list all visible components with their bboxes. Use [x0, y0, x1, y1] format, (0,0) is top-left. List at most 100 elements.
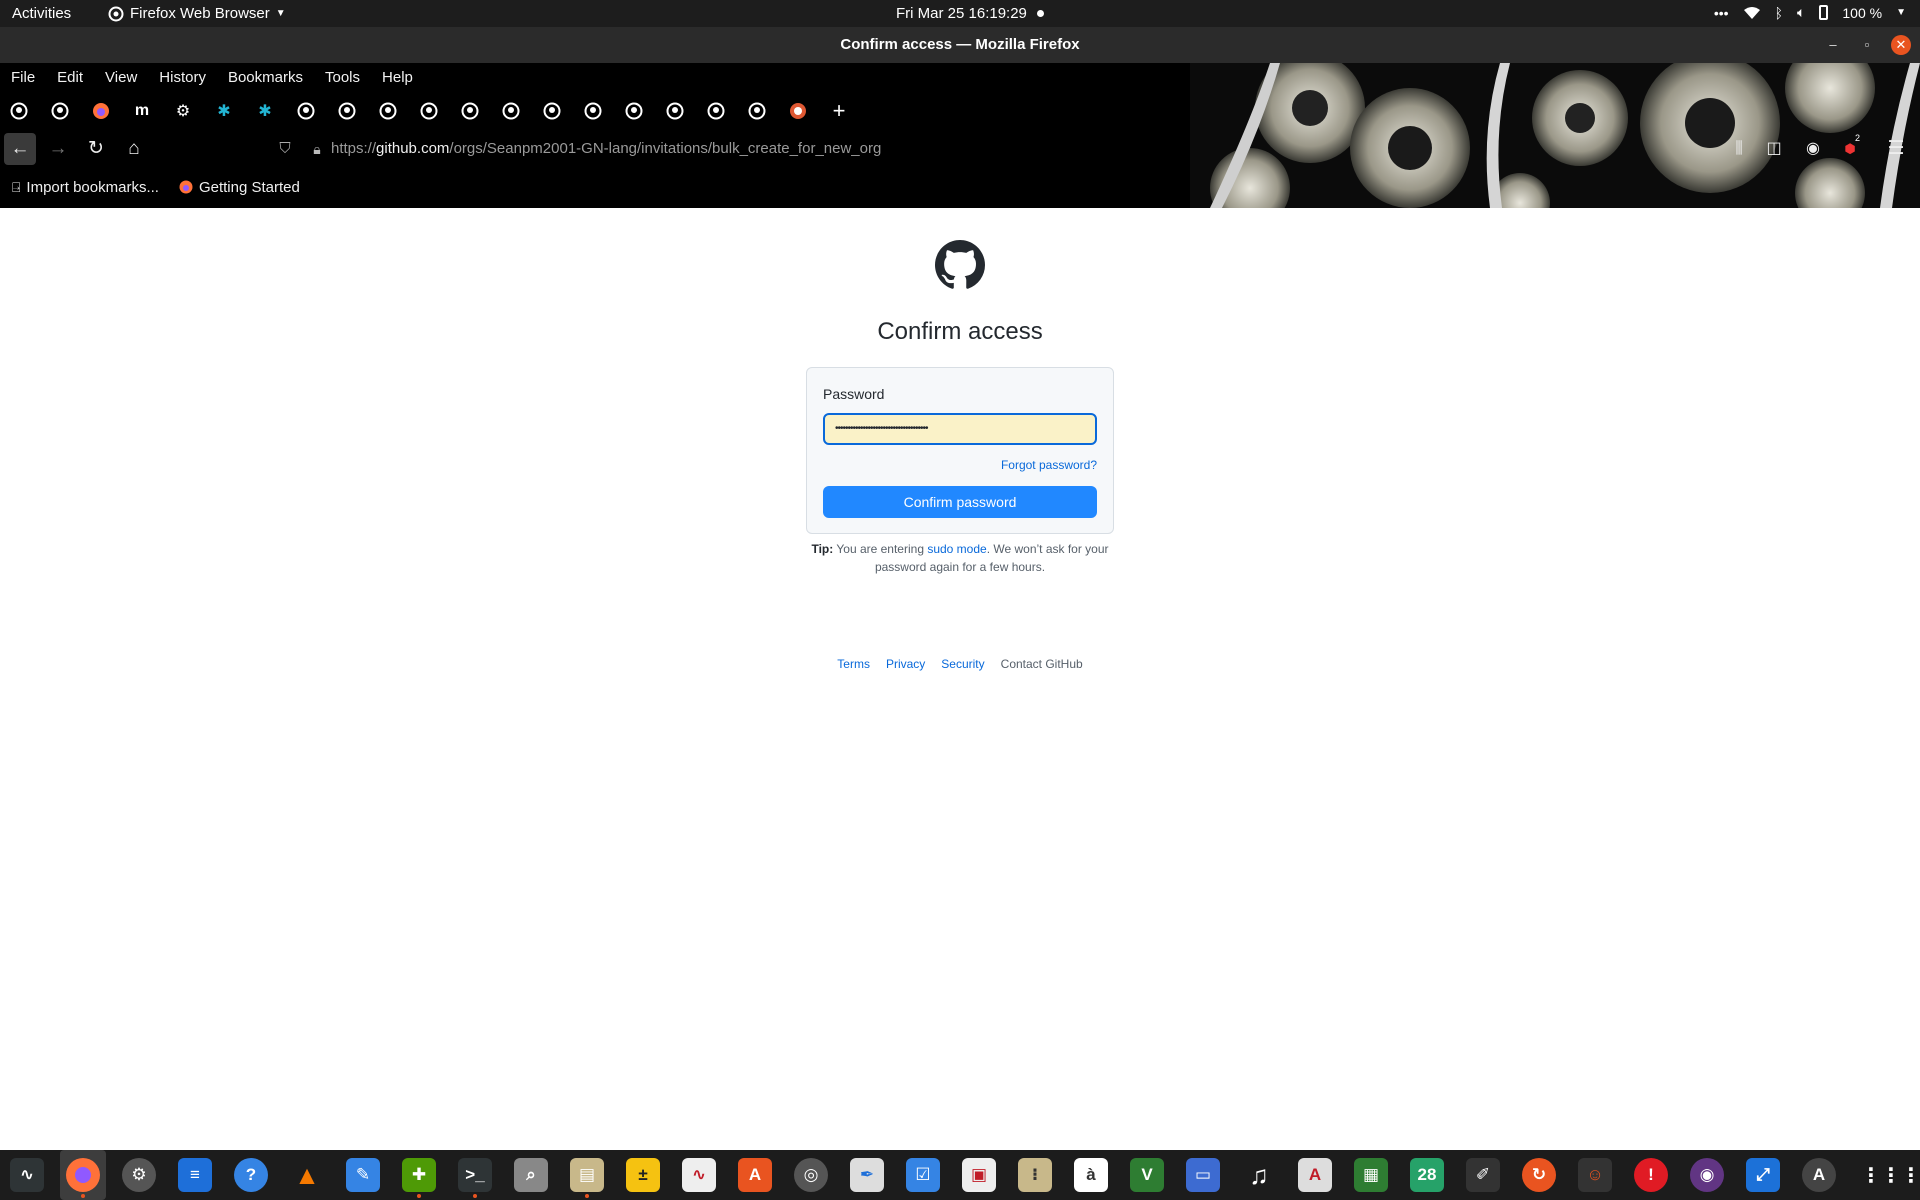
character-map-icon[interactable]: à [1074, 1158, 1108, 1192]
github-icon[interactable] [8, 100, 30, 122]
tasks-icon[interactable]: ☑ [906, 1158, 940, 1192]
github-logo-icon[interactable] [935, 240, 985, 290]
more-icon[interactable]: ••• [1714, 5, 1729, 21]
writer-icon[interactable]: ≡ [178, 1158, 212, 1192]
footer-contact-link[interactable]: Contact GitHub [1001, 657, 1083, 671]
library-icon[interactable]: ⫼ [1727, 137, 1751, 161]
github-icon[interactable] [418, 100, 440, 122]
help-icon[interactable]: ? [234, 1158, 268, 1192]
github-icon[interactable] [500, 100, 522, 122]
close-icon[interactable]: ✕ [1891, 35, 1911, 55]
github-icon[interactable] [664, 100, 686, 122]
spreadsheet-icon[interactable]: ▦ [1354, 1158, 1388, 1192]
github-icon[interactable] [746, 100, 768, 122]
bookmark-import[interactable]: ⍈ Import bookmarks... [12, 179, 159, 196]
pdf-icon[interactable]: A [1298, 1158, 1332, 1192]
account-icon[interactable]: ◉ [1801, 137, 1825, 161]
game-icon[interactable]: ☺ [1578, 1158, 1612, 1192]
gear-icon[interactable]: ⚙ [172, 100, 194, 122]
vim-icon[interactable]: V [1130, 1158, 1164, 1192]
show-apps-icon[interactable]: ⋮⋮⋮ [1861, 1158, 1920, 1192]
music-icon[interactable]: ♫ [1242, 1158, 1276, 1192]
password-field[interactable]: ••••••••••••••••••••••••••••••••••••• [823, 413, 1097, 445]
archive-icon[interactable]: ⁝ [1018, 1158, 1052, 1192]
vlc-icon[interactable]: ▲ [290, 1158, 324, 1192]
chevron-down-icon: ▼ [275, 8, 286, 19]
github-icon[interactable] [377, 100, 399, 122]
stats-icon[interactable]: ∿ [682, 1158, 716, 1192]
bluetooth-icon: ᛒ [1774, 4, 1783, 21]
footer-terms-link[interactable]: Terms [837, 657, 870, 671]
puzzle-icon[interactable]: ✱ [254, 100, 276, 122]
camera-icon[interactable]: ◉ [1690, 1158, 1724, 1192]
menu-edit[interactable]: Edit [57, 69, 83, 86]
maximize-icon[interactable]: ▫ [1857, 35, 1877, 55]
system-monitor-icon[interactable]: ∿ [10, 1158, 44, 1192]
app-center-icon[interactable]: A [738, 1158, 772, 1192]
terminal-icon[interactable]: >_ [458, 1158, 492, 1198]
back-icon[interactable]: ← [4, 133, 36, 165]
extension-icon[interactable]: ✚ [402, 1158, 436, 1198]
forgot-password-link[interactable]: Forgot password? [1001, 458, 1097, 472]
text-editor-icon[interactable]: ✎ [346, 1158, 380, 1192]
firefox-icon[interactable] [90, 100, 112, 122]
url-bar[interactable]: https://github.com/orgs/Seanpm2001-GN-la… [331, 140, 881, 157]
menu-tools[interactable]: Tools [325, 69, 360, 86]
github-icon[interactable] [295, 100, 317, 122]
confirm-password-button[interactable]: Confirm password [823, 486, 1097, 518]
app-menu-label: Firefox Web Browser [130, 5, 270, 22]
settings-icon[interactable]: ⚙ [122, 1158, 156, 1192]
screenshot-icon[interactable]: ▭ [1186, 1158, 1220, 1192]
puzzle-icon[interactable]: ✱ [213, 100, 235, 122]
disk-icon[interactable]: ◎ [794, 1158, 828, 1192]
menu-bookmarks[interactable]: Bookmarks [228, 69, 303, 86]
files-icon[interactable]: ▤ [570, 1158, 604, 1198]
document-icon[interactable]: ▣ [962, 1158, 996, 1192]
menu-file[interactable]: File [11, 69, 35, 86]
gimp-icon[interactable]: ✐ [1466, 1158, 1500, 1192]
tracking-protection-icon[interactable]: ⛉ [273, 137, 297, 161]
update-icon[interactable]: ↻ [1522, 1158, 1556, 1192]
firefox-icon[interactable] [66, 1158, 100, 1198]
minimize-icon[interactable]: – [1823, 35, 1843, 55]
sudo-mode-link[interactable]: sudo mode [927, 542, 986, 556]
calculator-icon[interactable]: ± [626, 1158, 660, 1192]
firefox-icon [179, 180, 193, 194]
github-icon[interactable] [705, 100, 727, 122]
duckduckgo-icon[interactable] [787, 100, 809, 122]
reload-icon[interactable]: ↻ [84, 137, 108, 161]
github-icon[interactable] [459, 100, 481, 122]
home-icon[interactable]: ⌂ [122, 137, 146, 161]
bookmark-getting-started[interactable]: Getting Started [179, 179, 300, 196]
activities-button[interactable]: Activities [12, 5, 71, 22]
new-tab-icon[interactable]: + [828, 98, 850, 123]
hamburger-menu-icon[interactable]: ☰ [1884, 137, 1908, 161]
clock[interactable]: Fri Mar 25 16:19:29 [896, 5, 1027, 22]
github-icon[interactable] [541, 100, 563, 122]
github-icon[interactable] [336, 100, 358, 122]
menu-history[interactable]: History [159, 69, 206, 86]
graph-icon[interactable]: ⤢ [1746, 1158, 1780, 1192]
github-icon[interactable] [582, 100, 604, 122]
url-domain: github.com [376, 140, 450, 157]
menu-view[interactable]: View [105, 69, 137, 86]
lock-icon[interactable]: 🔒︎ [305, 137, 329, 161]
github-icon[interactable] [49, 100, 71, 122]
footer-security-link[interactable]: Security [941, 657, 984, 671]
alert-icon[interactable]: ! [1634, 1158, 1668, 1192]
calendar-icon[interactable]: 28 [1410, 1158, 1444, 1192]
system-tray[interactable]: ••• ᛒ 🔈︎ 100 % ▼ [1714, 4, 1906, 21]
menu-help[interactable]: Help [382, 69, 413, 86]
app-menu[interactable]: Firefox Web Browser ▼ [108, 5, 286, 22]
confirm-password-form: Password •••••••••••••••••••••••••••••••… [806, 367, 1114, 534]
forward-icon[interactable]: → [46, 137, 70, 161]
software-updater-icon[interactable]: A [1802, 1158, 1836, 1192]
github-icon[interactable] [623, 100, 645, 122]
m-icon[interactable]: m [131, 100, 153, 122]
inkscape-icon[interactable]: ✒ [850, 1158, 884, 1192]
tip-text: You are entering [833, 542, 928, 556]
footer-privacy-link[interactable]: Privacy [886, 657, 925, 671]
image-viewer-icon[interactable]: ⌕ [514, 1158, 548, 1192]
notification-dot [1037, 10, 1044, 17]
sidebar-icon[interactable]: ◫ [1762, 137, 1786, 161]
